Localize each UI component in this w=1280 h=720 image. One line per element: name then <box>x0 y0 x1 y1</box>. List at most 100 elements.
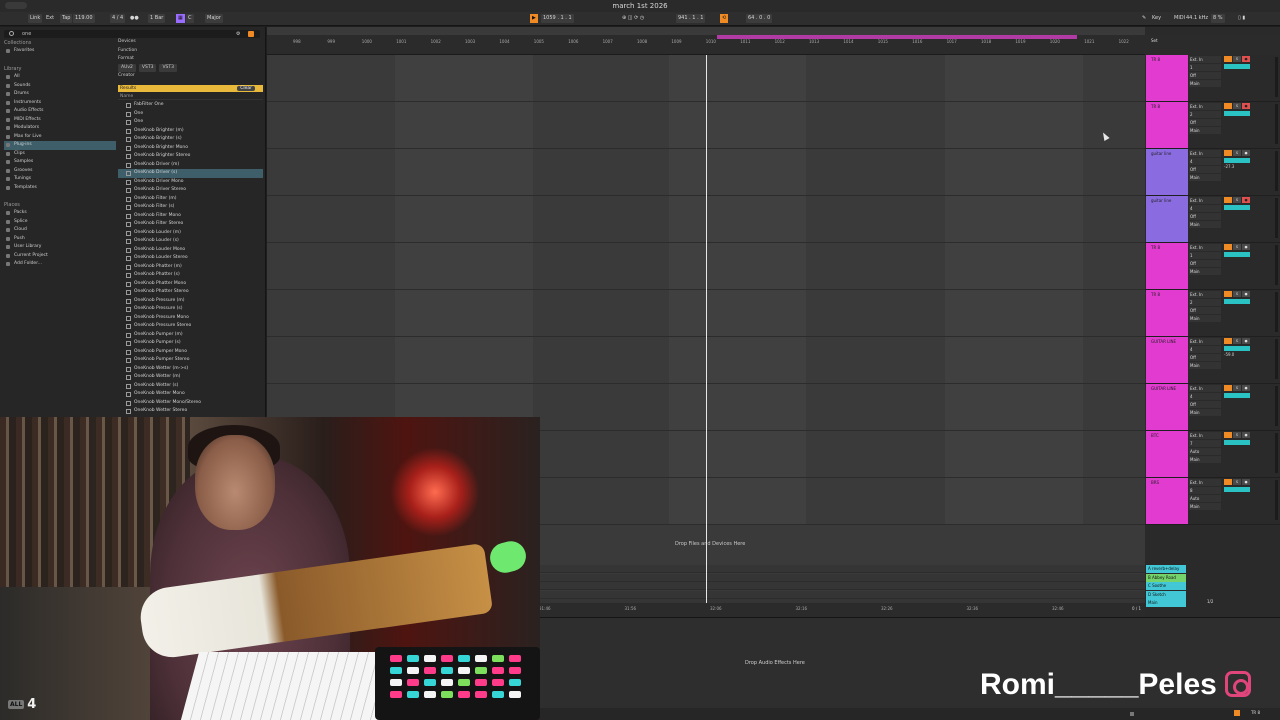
list-item[interactable]: OneKnob Phatter Stereo <box>118 288 263 297</box>
list-item[interactable]: OneKnob Pressure Stereo <box>118 322 263 331</box>
sidebar-item-add-folder-[interactable]: Add Folder... <box>4 260 116 269</box>
list-item[interactable]: OneKnob Wetter (m) <box>118 373 263 382</box>
arm-button[interactable]: ● <box>1242 385 1250 391</box>
list-item[interactable]: OneKnob Wetter Mono/Stereo <box>118 399 263 408</box>
input-channel-select[interactable]: 1 <box>1189 64 1221 71</box>
input-channel-select[interactable]: 4 <box>1189 158 1221 165</box>
input-type-select[interactable]: Ext. In <box>1189 432 1221 439</box>
list-item[interactable]: OneKnob Wetter Mono <box>118 390 263 399</box>
list-item[interactable]: One <box>118 110 263 119</box>
list-item[interactable]: OneKnob Phatter (m) <box>118 263 263 272</box>
track-header[interactable]: guitar line Ext. In 4 Off Main S ● -27.3 <box>1145 149 1280 196</box>
list-item[interactable]: OneKnob Louder (s) <box>118 237 263 246</box>
volume-fader[interactable] <box>1224 393 1250 398</box>
sidebar-item-push[interactable]: Push <box>4 235 116 244</box>
sidebar-item-favorites[interactable]: Favorites <box>4 47 116 56</box>
sidebar-item-current-project[interactable]: Current Project <box>4 252 116 261</box>
solo-button[interactable]: S <box>1233 479 1241 485</box>
input-type-select[interactable]: Ext. In <box>1189 103 1221 110</box>
output-select[interactable]: Main <box>1189 221 1221 228</box>
window-controls[interactable] <box>5 2 27 9</box>
arm-button[interactable]: ● <box>1242 479 1250 485</box>
track-color-strip[interactable]: GUITAR LINE <box>1146 384 1188 430</box>
sidebar-item-plug-ins[interactable]: Plug-ins <box>4 141 116 150</box>
input-type-select[interactable]: Ext. In <box>1189 150 1221 157</box>
sidebar-item-cloud[interactable]: Cloud <box>4 226 116 235</box>
output-select[interactable]: Main <box>1189 503 1221 510</box>
list-item[interactable]: OneKnob Phatter Mono <box>118 280 263 289</box>
arm-button[interactable]: ● <box>1242 103 1250 109</box>
set-label[interactable]: Set <box>1151 38 1158 43</box>
solo-button[interactable]: S <box>1233 56 1241 62</box>
track-header[interactable]: guitar line Ext. In 4 Off Main S ● <box>1145 196 1280 243</box>
time-signature-field[interactable]: 4 / 4 <box>110 14 126 23</box>
sidebar-item-drums[interactable]: Drums <box>4 90 116 99</box>
arm-button[interactable]: ● <box>1242 338 1250 344</box>
list-item[interactable]: OneKnob Pressure (m) <box>118 297 263 306</box>
volume-fader[interactable] <box>1224 299 1250 304</box>
monitor-select[interactable]: Off <box>1189 307 1221 314</box>
tempo-field[interactable]: 119.00 <box>73 14 95 23</box>
input-channel-select[interactable]: 4 <box>1189 393 1221 400</box>
arm-button[interactable]: ● <box>1242 432 1250 438</box>
scroll-indicator[interactable] <box>1130 712 1134 716</box>
track-color-strip[interactable]: guitar line <box>1146 196 1188 242</box>
volume-fader[interactable] <box>1224 158 1250 163</box>
key-root-select[interactable]: C <box>186 14 194 23</box>
list-item[interactable]: OneKnob Pumper (s) <box>118 339 263 348</box>
settings-icon[interactable]: ⚙ <box>236 31 240 37</box>
track-activator-button[interactable] <box>1224 56 1232 62</box>
track-activator-button[interactable] <box>1224 197 1232 203</box>
list-item[interactable]: OneKnob Louder Stereo <box>118 254 263 263</box>
track-name[interactable]: guitar line <box>1151 151 1171 156</box>
track-name[interactable]: BRS <box>1151 480 1159 485</box>
list-item[interactable]: OneKnob Pumper (m) <box>118 331 263 340</box>
output-select[interactable]: Main <box>1189 456 1221 463</box>
input-channel-select[interactable]: 2 <box>1189 111 1221 118</box>
input-channel-select[interactable]: 1 <box>1189 252 1221 259</box>
filter-format[interactable]: Format <box>118 55 263 64</box>
output-select[interactable]: Main <box>1189 315 1221 322</box>
track-activator-button[interactable] <box>1224 291 1232 297</box>
track-header[interactable]: BRS Ext. In 8 Auto Main S ● <box>1145 478 1280 525</box>
monitor-select[interactable]: Auto <box>1189 495 1221 502</box>
list-item[interactable]: OneKnob Brighter (s) <box>118 135 263 144</box>
follow-icon[interactable]: ▶ <box>530 14 538 23</box>
list-item[interactable]: OneKnob Driver (s) <box>118 169 263 178</box>
input-type-select[interactable]: Ext. In <box>1189 291 1221 298</box>
list-item[interactable]: OneKnob Brighter (m) <box>118 127 263 136</box>
sidebar-item-tunings[interactable]: Tunings <box>4 175 116 184</box>
output-select[interactable]: Main <box>1189 268 1221 275</box>
track-header[interactable]: GUITAR LINE Ext. In 4 Off Main S ● <box>1145 384 1280 431</box>
sidebar-item-instruments[interactable]: Instruments <box>4 99 116 108</box>
list-item[interactable]: OneKnob Driver (m) <box>118 161 263 170</box>
monitor-select[interactable]: Off <box>1189 213 1221 220</box>
scale-mode-icon[interactable]: ▦ <box>176 14 185 23</box>
overdub-icon[interactable]: ⊕ ◫ ⟳ ◷ <box>620 14 646 23</box>
track-color-strip[interactable]: BTC <box>1146 431 1188 477</box>
monitor-select[interactable]: Off <box>1189 119 1221 126</box>
monitor-select[interactable]: Off <box>1189 354 1221 361</box>
track-name[interactable]: guitar line <box>1151 198 1171 203</box>
sidebar-item-packs[interactable]: Packs <box>4 209 116 218</box>
track-color-strip[interactable]: guitar line <box>1146 149 1188 195</box>
sidebar-item-user-library[interactable]: User Library <box>4 243 116 252</box>
list-item[interactable]: OneKnob Driver Mono <box>118 178 263 187</box>
volume-fader[interactable] <box>1224 440 1250 445</box>
sidebar-item-clips[interactable]: Clips <box>4 150 116 159</box>
input-type-select[interactable]: Ext. In <box>1189 56 1221 63</box>
loop-switch-icon[interactable]: ⟲ <box>720 14 729 23</box>
scale-select[interactable]: Major <box>205 14 223 23</box>
format-chip[interactable]: AUv2 <box>118 63 136 72</box>
list-item[interactable]: OneKnob Wetter (s) <box>118 382 263 391</box>
sidebar-item-all[interactable]: All <box>4 73 116 82</box>
loop-start-field[interactable]: 941 . 1 . 1 <box>676 14 706 23</box>
solo-button[interactable]: S <box>1233 103 1241 109</box>
filter-function[interactable]: Function <box>118 47 263 56</box>
list-item[interactable]: FabFilter One <box>118 101 263 110</box>
list-item[interactable]: OneKnob Filter (m) <box>118 195 263 204</box>
track-color-strip[interactable]: TR 8 <box>1146 55 1188 101</box>
volume-fader[interactable] <box>1224 346 1250 351</box>
arm-button[interactable]: ● <box>1242 291 1250 297</box>
solo-button[interactable]: S <box>1233 385 1241 391</box>
